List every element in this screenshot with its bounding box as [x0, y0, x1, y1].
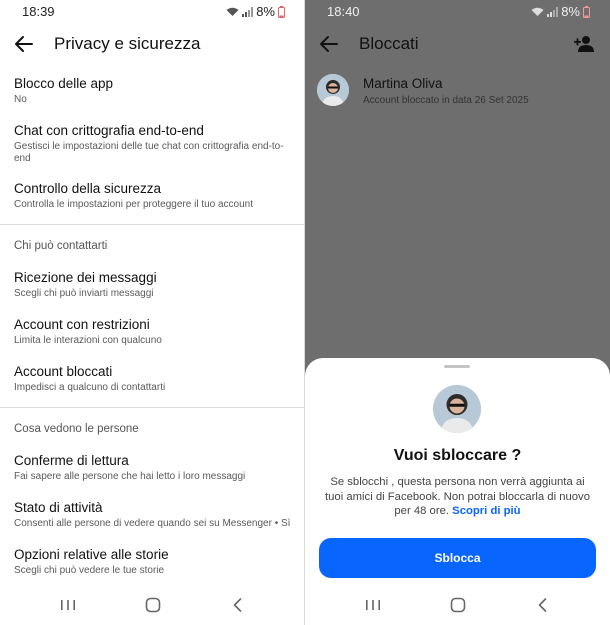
- page-title: Bloccati: [359, 34, 419, 53]
- status-icons: 8%: [531, 4, 590, 19]
- setting-subtitle: Scegli chi può vedere le tue storie: [14, 565, 165, 576]
- wifi-icon: [531, 7, 544, 16]
- section-header-visibility: Cosa vedono le persone: [14, 423, 139, 435]
- unblock-button[interactable]: Sblocca: [319, 538, 596, 578]
- setting-subtitle: Limita le interazioni con qualcuno: [14, 335, 162, 346]
- blocked-list-screen: 18:40 8% Bloccati Martina Oliva Account …: [305, 0, 610, 625]
- back-arrow-icon[interactable]: [12, 32, 36, 56]
- setting-story-options[interactable]: Opzioni relative alle storie Scegli chi …: [0, 541, 305, 588]
- battery-level: 8%: [561, 4, 580, 19]
- setting-subtitle: Scegli chi può inviarti messaggi: [14, 288, 154, 299]
- recents-icon[interactable]: [363, 595, 383, 615]
- settings-list: Blocco delle app No Chat con crittografi…: [0, 70, 305, 588]
- recents-icon[interactable]: [58, 595, 78, 615]
- setting-subtitle: Consenti alle persone di vedere quando s…: [14, 518, 291, 529]
- app-bar: Privacy e sicurezza: [0, 26, 305, 62]
- setting-title: Controllo della sicurezza: [14, 181, 162, 196]
- setting-security-checkup[interactable]: Controllo della sicurezza Controlla le i…: [0, 175, 305, 222]
- back-nav-icon[interactable]: [228, 595, 248, 615]
- system-nav-bar: [0, 585, 305, 625]
- setting-message-delivery[interactable]: Ricezione dei messaggi Scegli chi può in…: [0, 264, 305, 311]
- avatar: [317, 74, 349, 106]
- page-title: Privacy e sicurezza: [54, 34, 201, 53]
- avatar: [433, 385, 481, 433]
- setting-app-lock[interactable]: Blocco delle app No: [0, 70, 305, 117]
- battery-icon: [278, 5, 285, 18]
- setting-subtitle: Gestisci le impostazioni delle tue chat …: [14, 141, 284, 164]
- setting-restricted-accounts[interactable]: Account con restrizioni Limita le intera…: [0, 311, 305, 358]
- privacy-settings-screen: 18:39 8% Privacy e sicurezza Blocco dell…: [0, 0, 305, 625]
- signal-icon: [242, 6, 254, 17]
- section-header-contact: Chi può contattarti: [14, 240, 108, 252]
- status-icons: 8%: [226, 4, 285, 19]
- sheet-drag-handle[interactable]: [444, 365, 470, 368]
- section-divider: [0, 407, 305, 408]
- status-time: 18:39: [22, 4, 55, 19]
- back-arrow-icon[interactable]: [317, 32, 341, 56]
- system-nav-bar: [305, 585, 610, 625]
- setting-title: Blocco delle app: [14, 76, 114, 91]
- sheet-body: Se sblocchi , questa persona non verrà a…: [321, 475, 594, 519]
- app-bar: Bloccati: [305, 26, 610, 62]
- setting-title: Opzioni relative alle storie: [14, 547, 169, 562]
- home-icon[interactable]: [143, 595, 163, 615]
- setting-subtitle: Impedisci a qualcuno di contattarti: [14, 382, 166, 393]
- battery-icon: [583, 5, 590, 18]
- setting-blocked-accounts[interactable]: Account bloccati Impedisci a qualcuno di…: [0, 358, 305, 405]
- battery-level: 8%: [256, 4, 275, 19]
- blocked-user-row[interactable]: Martina Oliva Account bloccato in data 2…: [317, 74, 597, 114]
- status-time: 18:40: [327, 4, 360, 19]
- setting-active-status[interactable]: Stato di attività Consenti alle persone …: [0, 494, 305, 541]
- home-icon[interactable]: [448, 595, 468, 615]
- section-divider: [0, 224, 305, 225]
- wifi-icon: [226, 7, 239, 16]
- setting-title: Stato di attività: [14, 500, 103, 515]
- setting-e2e-chats[interactable]: Chat con crittografia end-to-end Gestisc…: [0, 117, 305, 175]
- sheet-title: Vuoi sbloccare ?: [393, 447, 522, 464]
- setting-title: Chat con crittografia end-to-end: [14, 123, 204, 138]
- setting-title: Account con restrizioni: [14, 317, 150, 332]
- learn-more-link[interactable]: Scopri di più: [452, 505, 520, 517]
- back-nav-icon[interactable]: [533, 595, 553, 615]
- setting-subtitle: No: [14, 94, 27, 105]
- status-bar: 18:40 8%: [305, 0, 610, 22]
- blocked-user-detail: Account bloccato in data 26 Set 2025: [363, 95, 529, 106]
- setting-title: Conferme di lettura: [14, 453, 129, 468]
- setting-title: Account bloccati: [14, 364, 113, 379]
- blocked-user-name: Martina Oliva: [363, 76, 443, 91]
- setting-read-receipts[interactable]: Conferme di lettura Fai sapere alle pers…: [0, 447, 305, 494]
- signal-icon: [547, 6, 559, 17]
- setting-title: Ricezione dei messaggi: [14, 270, 157, 285]
- status-bar: 18:39 8%: [0, 0, 305, 22]
- setting-subtitle: Controlla le impostazioni per proteggere…: [14, 199, 254, 210]
- add-person-icon[interactable]: [574, 34, 596, 54]
- setting-subtitle: Fai sapere alle persone che hai letto i …: [14, 471, 246, 482]
